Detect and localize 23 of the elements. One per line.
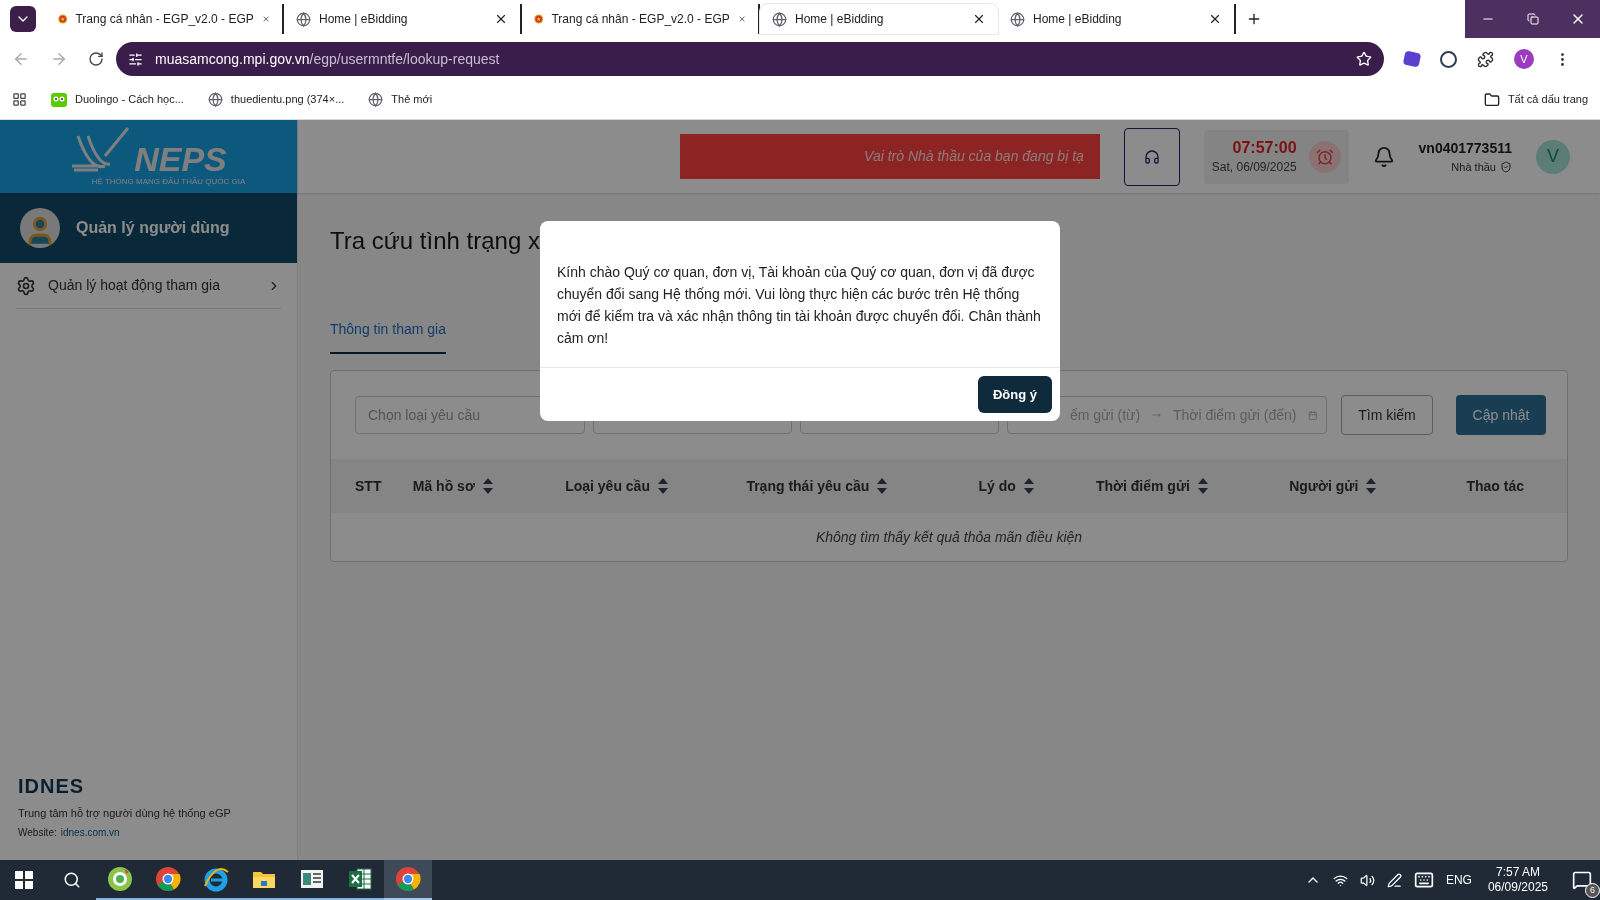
user-role: Nhà thầu [1451, 159, 1496, 175]
url-host: muasamcong.mpi.gov.vn [155, 49, 310, 69]
username: vn0401773511 [1418, 138, 1512, 158]
idnes-logo: IDNES [18, 773, 86, 799]
dialog-message: Kính chào Quý cơ quan, đơn vị, Tài khoản của Quý cơ quan, đơn vị đã được chuyển đổi sang Hệ thống mới. Vui lòng thực hiện các bước trên Hệ thống mới để kiểm tra và xác nhận thông tin tài khoản được chuyển đổi. Chân thành cảm ơn! [540, 221, 1060, 368]
clock-date: Sat, 06/09/2025 [1211, 158, 1297, 176]
tab-title: Home | eBidding [795, 11, 885, 28]
logo-subtitle: HỆ THỐNG MẠNG ĐẤU THẦU QUỐC GIA [91, 175, 246, 188]
tab-title: Home | eBidding [1033, 11, 1123, 28]
column-header: Thao tác [1466, 476, 1525, 496]
clock-time: 07:57:00 [1232, 137, 1297, 158]
column-header: STT [355, 476, 383, 496]
alert-banner: Vai trò Nhà thầu của bạn đang bị tạ [679, 134, 1100, 179]
empty-message: Không tìm thấy kết quả thỏa mãn điều kiện [814, 527, 1084, 547]
tab-title: Trang cá nhân - EGP_v2.0 - EGP [551, 11, 730, 28]
website-label: Website: [18, 826, 57, 840]
tab-title: Home | eBidding [319, 11, 409, 28]
url-path: /egp/usermntfe/lookup-request [309, 49, 500, 69]
logo-text: NEPS [134, 141, 227, 176]
notification-count: 6 [1585, 883, 1600, 898]
tab-title: Trang cá nhân - EGP_v2.0 - EGP [75, 11, 254, 28]
support-text: Trung tâm hỗ trợ người dùng hệ thống eGP [18, 805, 232, 821]
page-title: Tra cứu tình trạng x [330, 226, 540, 256]
